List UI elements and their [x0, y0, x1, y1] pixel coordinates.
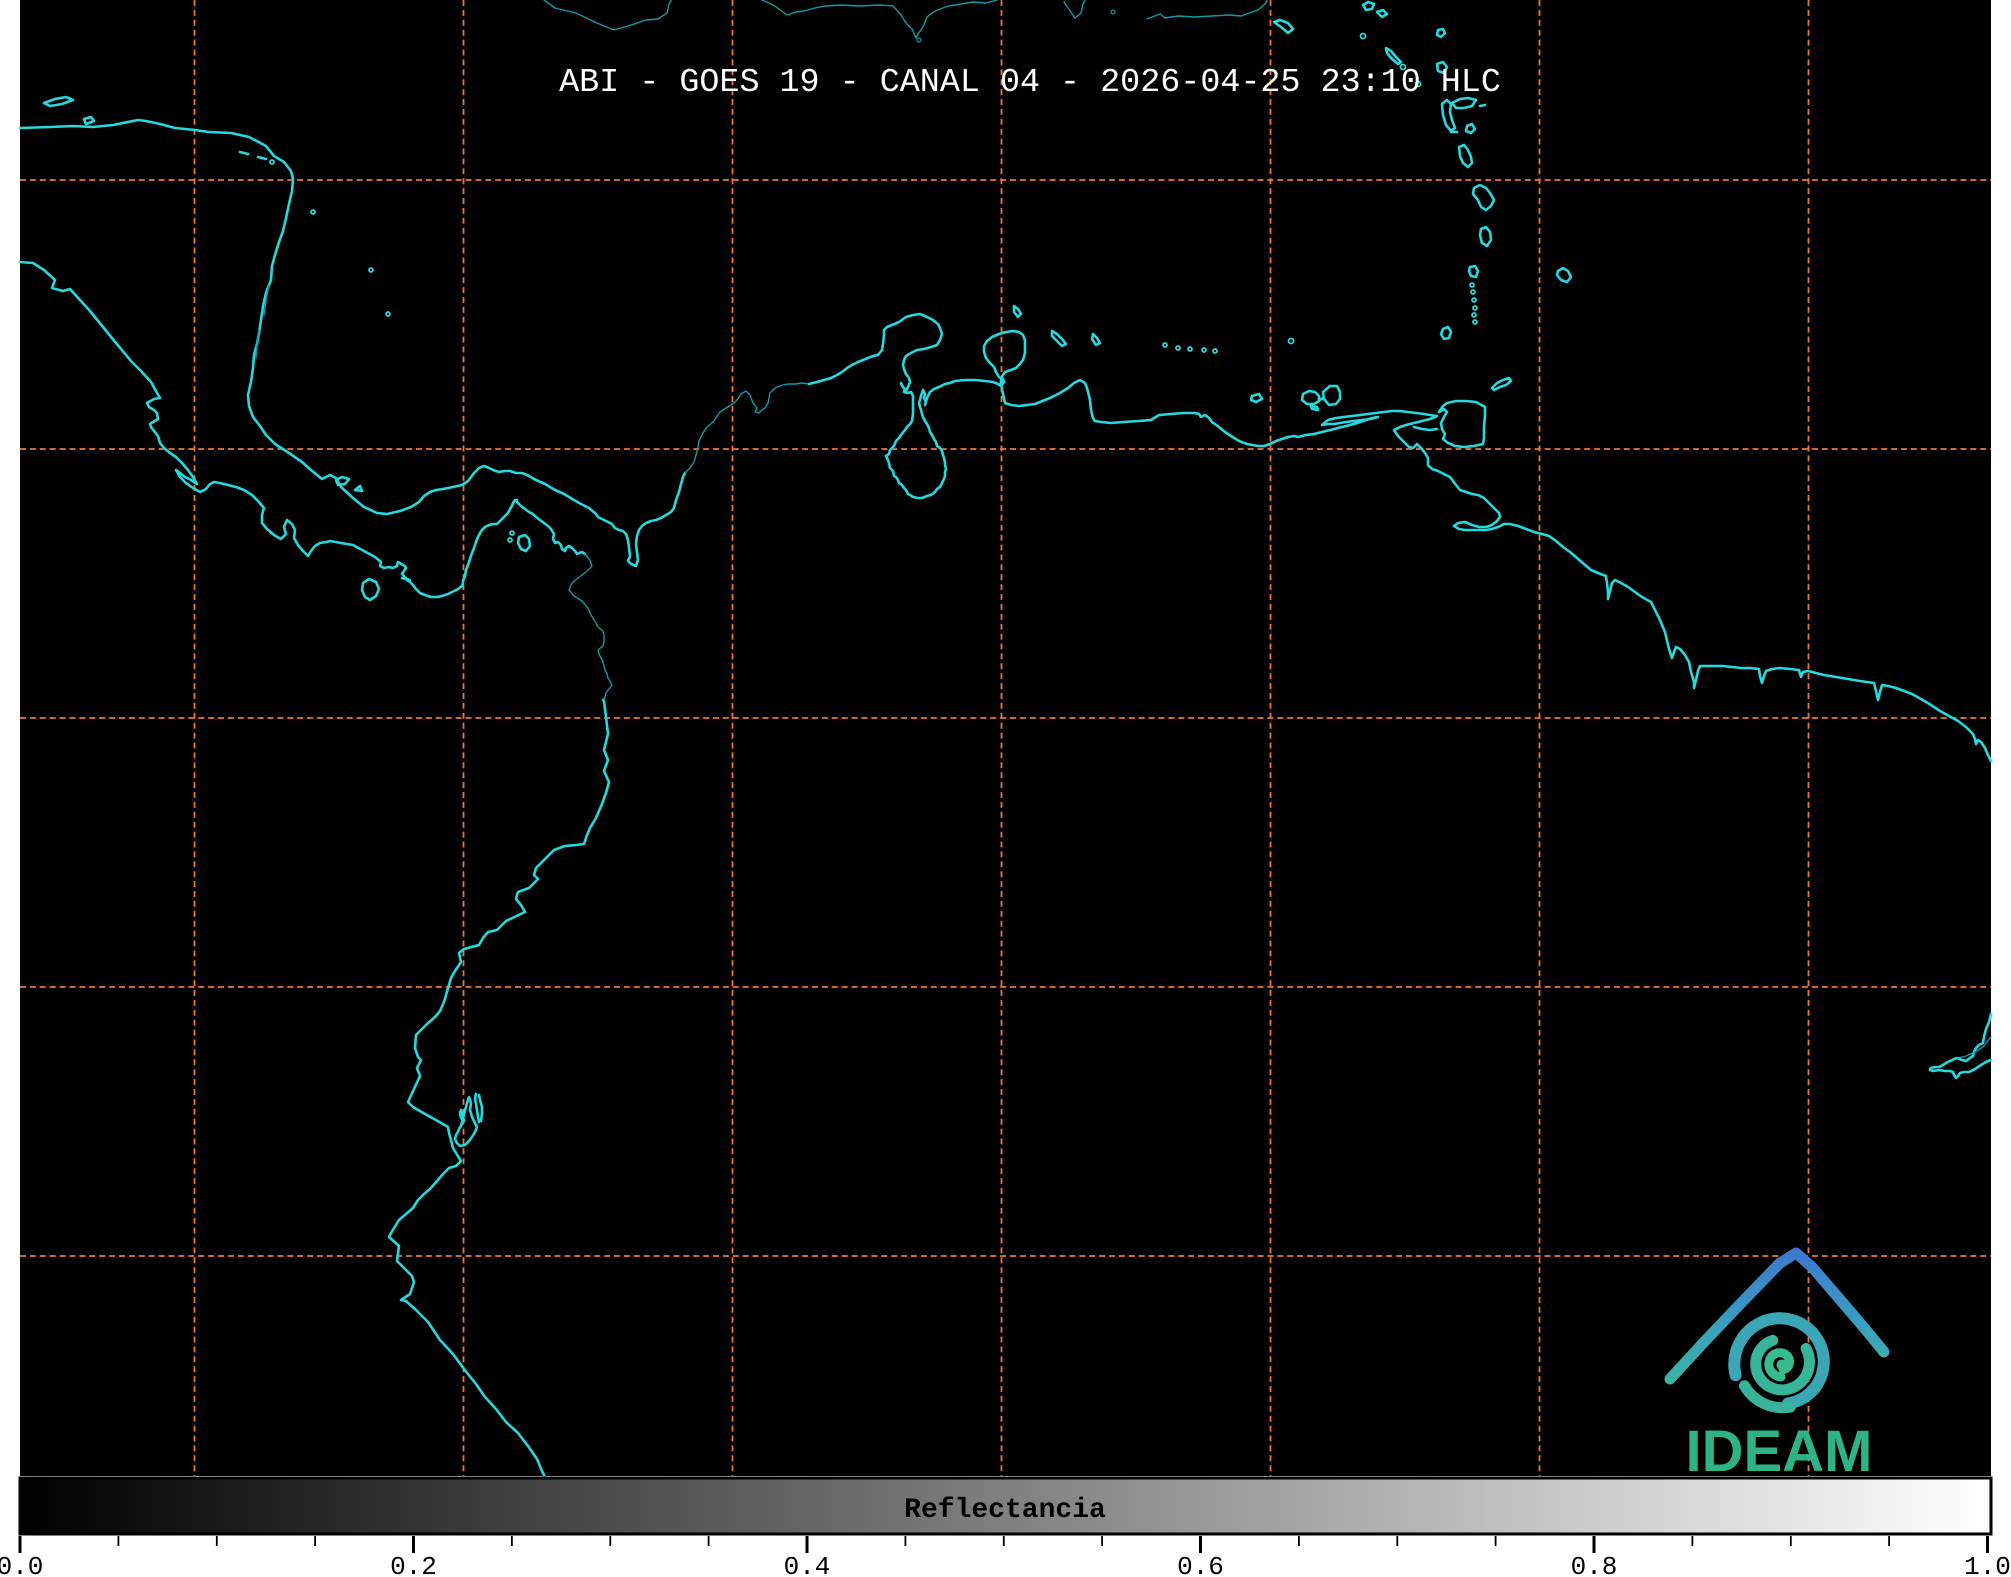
- svg-text:1.0: 1.0: [1964, 1552, 2011, 1577]
- svg-text:IDEAM: IDEAM: [1686, 1419, 1873, 1484]
- svg-text:0.2: 0.2: [390, 1552, 437, 1577]
- svg-text:0.0: 0.0: [0, 1552, 43, 1577]
- svg-text:ABI - GOES 19 - CANAL 04 - 202: ABI - GOES 19 - CANAL 04 - 2026-04-25 23…: [559, 64, 1501, 102]
- svg-text:0.8: 0.8: [1571, 1552, 1618, 1577]
- svg-text:Reflectancia: Reflectancia: [904, 1495, 1106, 1526]
- svg-text:0.6: 0.6: [1177, 1552, 1224, 1577]
- svg-text:0.4: 0.4: [784, 1552, 831, 1577]
